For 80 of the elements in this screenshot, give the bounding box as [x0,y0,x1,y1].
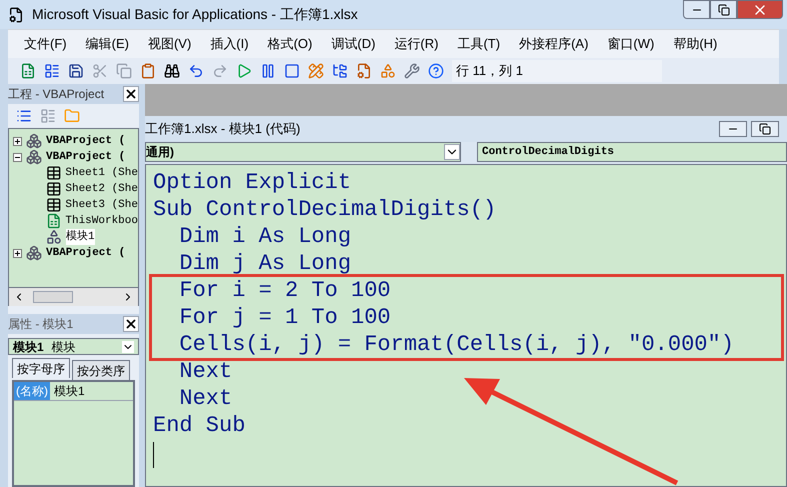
restore-button[interactable] [710,0,737,19]
paste-icon[interactable] [140,63,156,79]
app-icon [8,6,24,22]
horizontal-scrollbar[interactable] [8,288,139,306]
minimize-button[interactable] [719,121,747,137]
restore-icon [759,123,771,135]
tree-item[interactable]: Sheet3 (She [65,196,138,214]
tree-item[interactable]: Sheet2 (She [65,180,138,198]
code-window-title: 工作簿1.xlsx - 模块1 (代码) [145,120,300,138]
menu-item[interactable]: 文件(F) [24,34,67,54]
menu-item[interactable]: 工具(T) [457,34,500,54]
close-icon[interactable] [123,316,139,332]
workbook-icon [46,213,62,229]
project-explorer-icon[interactable] [332,63,348,79]
menu-item[interactable]: 调试(D) [331,34,376,54]
tree-item[interactable]: ThisWorkboo [65,212,138,230]
pane-title: 属性 - 模块1 [8,316,74,333]
tree-item[interactable]: VBAProject ( [46,148,126,166]
tab[interactable]: 按分类序 [72,360,130,380]
form-icon[interactable] [44,63,60,79]
procedure-dropdown[interactable]: ControlDecimalDigits [477,142,787,162]
code-line: Sub ControlDecimalDigits() [153,196,498,223]
project-icon [26,245,42,261]
menu-item[interactable]: 视图(V) [148,34,192,54]
menu-item[interactable]: 格式(O) [268,34,312,54]
design-mode-icon[interactable] [308,63,324,79]
expand-icon[interactable] [13,136,22,146]
tree-item[interactable]: VBAProject ( [46,132,126,150]
module-icon [46,229,62,245]
code-line: Next [178,385,234,412]
undo-icon[interactable] [188,63,204,79]
object-dropdown[interactable]: 模块1 模块 [8,338,139,355]
code-line: Dim j As Long [178,250,352,277]
restore-button[interactable] [751,121,779,137]
excel-icon[interactable] [20,63,36,79]
minimize-button[interactable] [683,0,710,19]
pane-title: 工程 - VBAProject [8,86,104,103]
menu-item[interactable]: 编辑(E) [86,34,129,54]
menu-item[interactable]: 运行(R) [394,34,438,54]
find-icon[interactable] [164,63,180,79]
menu-item[interactable]: 插入(I) [210,34,249,54]
tree-item[interactable]: 模块1 [66,228,95,246]
object-browser-icon[interactable] [380,63,396,79]
restore-icon [718,4,730,16]
code-line: End Sub [153,412,246,439]
collapse-icon[interactable] [13,152,22,162]
project-icon [26,133,42,149]
pause-icon[interactable] [260,63,276,79]
project-icon [26,149,42,165]
code-editor[interactable]: Option Explicit Sub ControlDecimalDigits() Dim i As Long Dim j As Long For i = 2 To 100 For j = 1 To 100 Cells(i, j) = Format(Cells(i, j), "0.000") Next Next End Sub [145,164,787,487]
menu-item[interactable]: 窗口(W) [607,34,654,54]
stop-icon[interactable] [284,63,300,79]
properties-icon[interactable] [356,63,372,79]
tree-item[interactable]: Sheet1 (She [65,164,138,182]
menu-item[interactable]: 帮助(H) [673,34,718,54]
menu-item[interactable]: 外接程序(A) [519,34,588,54]
sheet-icon [46,181,62,197]
object-dropdown[interactable]: 通用) [145,142,461,162]
close-button[interactable] [737,0,783,19]
close-icon[interactable] [123,86,139,102]
tree-item[interactable]: VBAProject ( [46,244,126,262]
sheet-icon [46,165,62,181]
tab[interactable]: 按字母序 [12,358,70,378]
position-field: 行 11，列 1 [452,60,662,82]
expand-icon[interactable] [13,248,22,258]
run-icon[interactable] [236,63,252,79]
save-icon[interactable] [68,63,84,79]
code-line: Dim i As Long [178,223,352,250]
sheet-icon [46,197,62,213]
property-value: 模块1 [53,383,85,400]
code-line: For j = 1 To 100 [178,304,392,331]
view-code-icon[interactable] [16,108,32,124]
code-line: Option Explicit [153,169,352,196]
toolbox-icon[interactable] [404,63,420,79]
code-line: For i = 2 To 100 [178,277,392,304]
code-line: Next [178,358,234,385]
text-cursor [153,442,154,468]
code-line: Cells(i, j) = Format(Cells(i, j), "0.000") [178,331,735,358]
help-icon[interactable] [428,63,444,79]
window-title: Microsoft Visual Basic for Applications - 工作簿1.xlsx [32,5,358,24]
